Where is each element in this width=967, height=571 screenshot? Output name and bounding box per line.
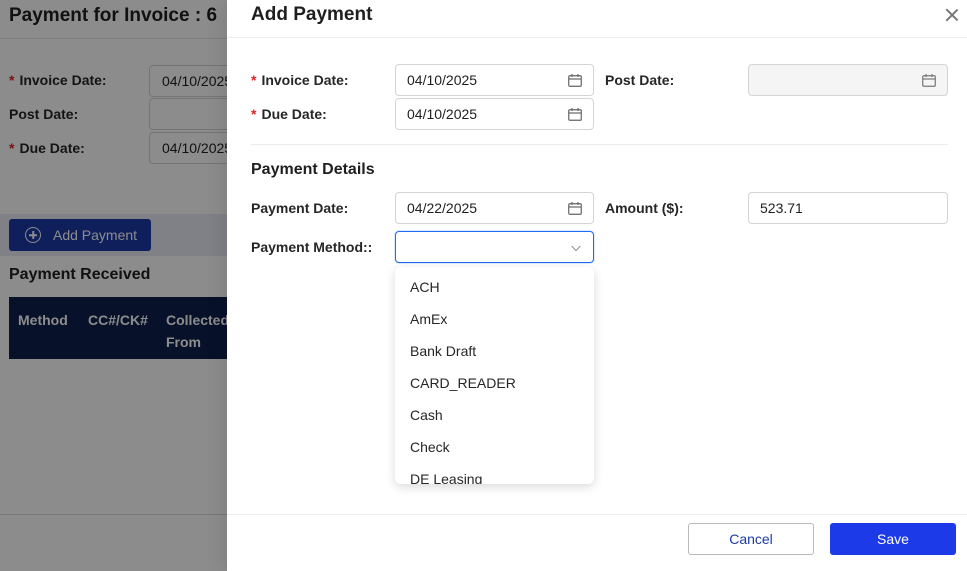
invoice-date-label: * Invoice Date:: [251, 72, 349, 88]
calendar-icon: [568, 107, 582, 121]
cancel-button[interactable]: Cancel: [688, 523, 814, 555]
post-date-label: Post Date:: [605, 72, 675, 88]
save-button[interactable]: Save: [830, 523, 956, 555]
drawer-footer-divider: [227, 514, 967, 515]
payment-date-label: Payment Date:: [251, 200, 349, 216]
calendar-icon: [568, 73, 582, 87]
payment-details-title: Payment Details: [251, 161, 375, 178]
amount-label: Amount ($):: [605, 200, 684, 216]
due-date-value: 04/10/2025: [407, 106, 478, 122]
due-date-picker[interactable]: 04/10/2025: [395, 98, 594, 130]
option-de-leasing[interactable]: DE Leasing: [395, 463, 594, 484]
invoice-date-value: 04/10/2025: [407, 72, 478, 88]
drawer-header: Add Payment: [227, 0, 967, 38]
calendar-icon: [922, 73, 936, 87]
payment-date-picker[interactable]: 04/22/2025: [395, 192, 594, 224]
payment-method-dropdown: ACH AmEx Bank Draft CARD_READER Cash Che…: [395, 267, 594, 484]
post-date-picker: [748, 64, 948, 96]
amount-value: 523.71: [760, 200, 803, 216]
close-icon[interactable]: [943, 6, 961, 24]
calendar-icon: [568, 201, 582, 215]
amount-input[interactable]: 523.71: [748, 192, 948, 224]
option-amex[interactable]: AmEx: [395, 303, 594, 335]
invoice-date-picker[interactable]: 04/10/2025: [395, 64, 594, 96]
option-bank-draft[interactable]: Bank Draft: [395, 335, 594, 367]
payment-method-select[interactable]: [395, 231, 594, 263]
add-payment-drawer: Add Payment * Invoice Date: 04/10/2025 Po…: [227, 0, 967, 571]
option-card-reader[interactable]: CARD_READER: [395, 367, 594, 399]
option-check[interactable]: Check: [395, 431, 594, 463]
payment-date-value: 04/22/2025: [407, 200, 478, 216]
payment-method-label: Payment Method::: [251, 239, 373, 255]
due-date-label: * Due Date:: [251, 106, 327, 122]
section-divider: [251, 144, 948, 145]
chevron-down-icon: [570, 241, 582, 253]
option-cash[interactable]: Cash: [395, 399, 594, 431]
option-ach[interactable]: ACH: [395, 271, 594, 303]
drawer-title: Add Payment: [251, 4, 373, 25]
